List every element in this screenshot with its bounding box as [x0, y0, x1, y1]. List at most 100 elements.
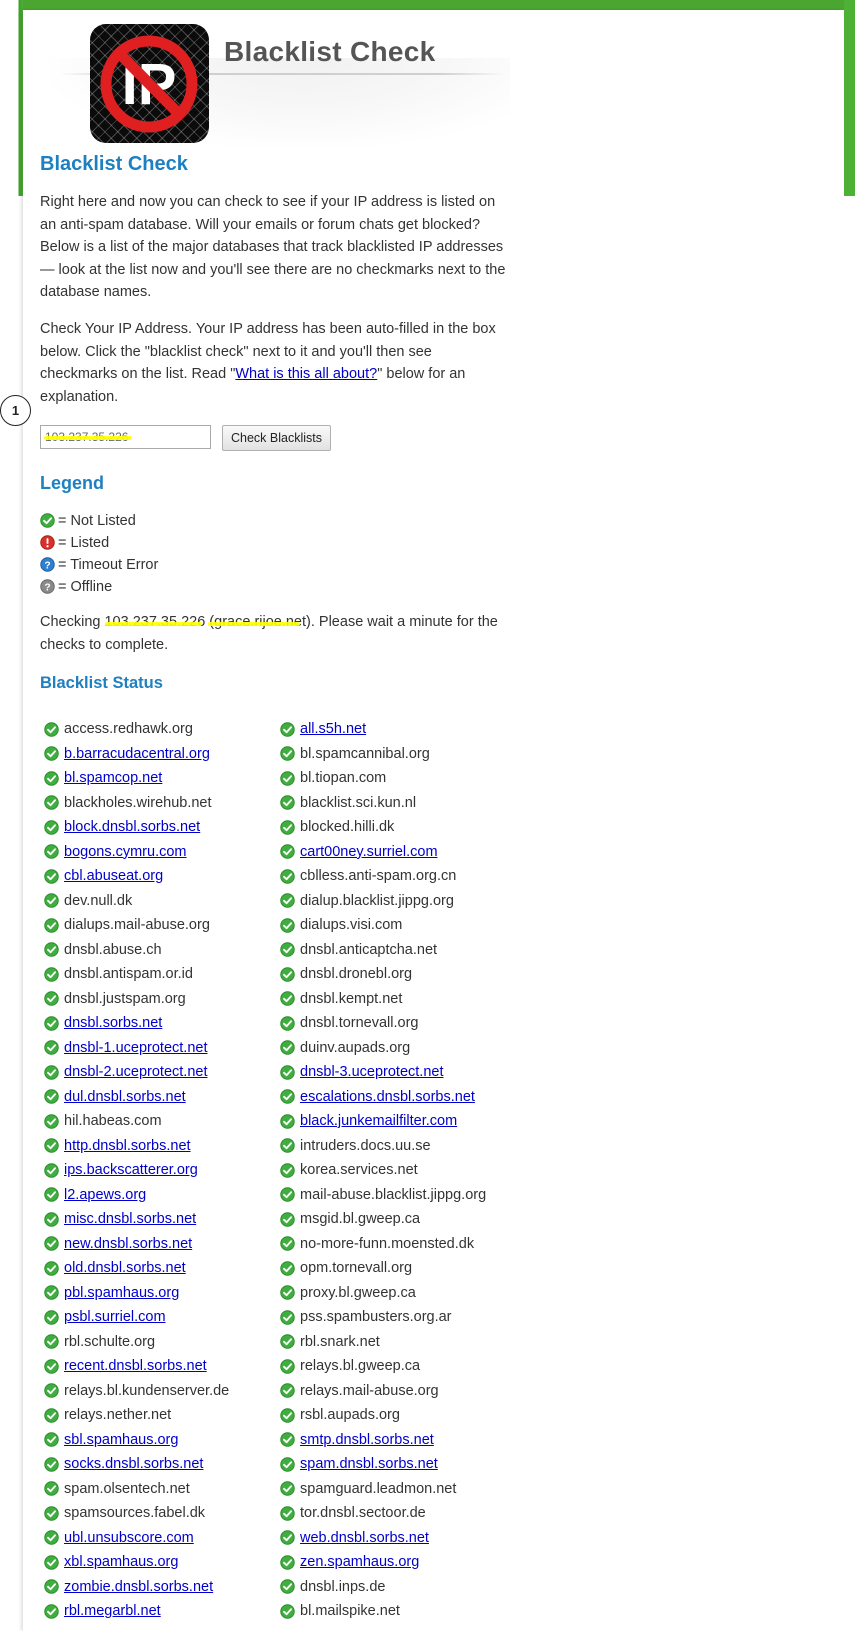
- check-blacklists-button[interactable]: Check Blacklists: [222, 425, 331, 451]
- blacklist-item[interactable]: http.dnsbl.sorbs.net: [44, 1134, 280, 1159]
- check-icon: [44, 1040, 59, 1055]
- what-is-this-link[interactable]: What is this all about?: [235, 366, 377, 382]
- blacklist-item[interactable]: bogons.cymru.com: [44, 840, 280, 865]
- blacklist-link[interactable]: pbl.spamhaus.org: [64, 1281, 179, 1306]
- blacklist-link[interactable]: b.barracudacentral.org: [64, 742, 210, 767]
- check-icon: [280, 1261, 295, 1276]
- blacklist-item[interactable]: l2.apews.org: [44, 1183, 280, 1208]
- check-icon: [44, 1604, 59, 1619]
- check-icon: [280, 1408, 295, 1423]
- check-icon: [44, 1163, 59, 1178]
- blacklist-name: relays.mail-abuse.org: [300, 1382, 439, 1399]
- blacklist-link[interactable]: block.dnsbl.sorbs.net: [64, 815, 200, 840]
- check-icon: [44, 722, 59, 737]
- blacklist-link[interactable]: socks.dnsbl.sorbs.net: [64, 1452, 203, 1477]
- blacklist-item[interactable]: pbl.spamhaus.org: [44, 1281, 280, 1306]
- blacklist-item[interactable]: zombie.dnsbl.sorbs.net: [44, 1575, 280, 1600]
- blacklist-item[interactable]: dnsbl.sorbs.net: [44, 1011, 280, 1036]
- legend-listed: = Listed: [40, 532, 109, 554]
- blacklist-link[interactable]: smtp.dnsbl.sorbs.net: [300, 1428, 434, 1453]
- blacklist-link[interactable]: dul.dnsbl.sorbs.net: [64, 1085, 186, 1110]
- blacklist-link[interactable]: l2.apews.org: [64, 1183, 146, 1208]
- blacklist-link[interactable]: ips.backscatterer.org: [64, 1158, 198, 1183]
- blacklist-link[interactable]: bogons.cymru.com: [64, 840, 187, 865]
- blacklist-item[interactable]: new.dnsbl.sorbs.net: [44, 1232, 280, 1257]
- check-icon: [44, 1334, 59, 1349]
- blacklist-link[interactable]: cbl.abuseat.org: [64, 864, 163, 889]
- blacklist-item[interactable]: black.junkemailfilter.com: [280, 1109, 516, 1134]
- no-ip-logo-icon[interactable]: IP: [90, 24, 209, 143]
- blacklist-link[interactable]: dnsbl-1.uceprotect.net: [64, 1036, 207, 1061]
- check-icon: [44, 1236, 59, 1251]
- legend-not-listed: = Not Listed: [40, 510, 136, 532]
- check-icon: [280, 844, 295, 859]
- blacklist-link[interactable]: dnsbl-2.uceprotect.net: [64, 1060, 207, 1085]
- blacklist-item: msgid.bl.gweep.ca: [280, 1207, 516, 1232]
- blacklist-item[interactable]: b.barracudacentral.org: [44, 742, 280, 767]
- blacklist-item: dnsbl.antispam.or.id: [44, 962, 280, 987]
- blacklist-name: dnsbl.antispam.or.id: [64, 966, 193, 982]
- blacklist-link[interactable]: ubl.unsubscore.com: [64, 1526, 194, 1551]
- blacklist-item[interactable]: misc.dnsbl.sorbs.net: [44, 1207, 280, 1232]
- blacklist-item[interactable]: sbl.spamhaus.org: [44, 1428, 280, 1453]
- blacklist-item: duinv.aupads.org: [280, 1036, 516, 1061]
- blacklist-item[interactable]: block.dnsbl.sorbs.net: [44, 815, 280, 840]
- blacklist-name: tor.dnsbl.sectoor.de: [300, 1505, 426, 1521]
- check-icon: [280, 1457, 295, 1472]
- blacklist-item: blocked.hilli.dk: [280, 815, 516, 840]
- blacklist-link[interactable]: old.dnsbl.sorbs.net: [64, 1256, 186, 1281]
- blacklist-link[interactable]: zen.spamhaus.org: [300, 1550, 419, 1575]
- blacklist-link[interactable]: web.dnsbl.sorbs.net: [300, 1526, 429, 1551]
- blacklist-link[interactable]: black.junkemailfilter.com: [300, 1109, 457, 1134]
- blacklist-item[interactable]: cart00ney.surriel.com: [280, 840, 516, 865]
- blacklist-item: tor.dnsbl.sectoor.de: [280, 1501, 516, 1526]
- blacklist-link[interactable]: new.dnsbl.sorbs.net: [64, 1232, 192, 1257]
- blacklist-item[interactable]: socks.dnsbl.sorbs.net: [44, 1452, 280, 1477]
- blacklist-item[interactable]: recent.dnsbl.sorbs.net: [44, 1354, 280, 1379]
- blacklist-item[interactable]: rbl.megarbl.net: [44, 1599, 280, 1624]
- blacklist-name: dnsbl.abuse.ch: [64, 941, 162, 958]
- blacklist-link[interactable]: all.s5h.net: [300, 717, 366, 742]
- blacklist-item[interactable]: bl.spamcop.net: [44, 766, 280, 791]
- check-icon: [44, 893, 59, 908]
- blacklist-item: mail-abuse.blacklist.jippg.org: [280, 1183, 516, 1208]
- check-icon: [280, 991, 295, 1006]
- blacklist-item[interactable]: dnsbl-3.uceprotect.net: [280, 1060, 516, 1085]
- blacklist-item[interactable]: dnsbl-2.uceprotect.net: [44, 1060, 280, 1085]
- blacklist-link[interactable]: spam.dnsbl.sorbs.net: [300, 1452, 438, 1477]
- blacklist-item[interactable]: old.dnsbl.sorbs.net: [44, 1256, 280, 1281]
- blacklist-item[interactable]: smtp.dnsbl.sorbs.net: [280, 1428, 516, 1453]
- blacklist-link[interactable]: xbl.spamhaus.org: [64, 1550, 178, 1575]
- blacklist-link[interactable]: http.dnsbl.sorbs.net: [64, 1134, 191, 1159]
- blacklist-name: dnsbl.tornevall.org: [300, 1015, 419, 1031]
- blacklist-item[interactable]: xbl.spamhaus.org: [44, 1550, 280, 1575]
- blacklist-link[interactable]: bl.spamcop.net: [64, 766, 162, 791]
- blacklist-item[interactable]: all.s5h.net: [280, 717, 516, 742]
- blacklist-link[interactable]: dnsbl.sorbs.net: [64, 1011, 162, 1036]
- blacklist-item: rsbl.aupads.org: [280, 1403, 516, 1428]
- blacklist-link[interactable]: rbl.megarbl.net: [64, 1599, 161, 1624]
- blacklist-item[interactable]: ips.backscatterer.org: [44, 1158, 280, 1183]
- blacklist-item: dialups.visi.com: [280, 913, 516, 938]
- blacklist-item[interactable]: dul.dnsbl.sorbs.net: [44, 1085, 280, 1110]
- check-icon: [280, 1212, 295, 1227]
- blacklist-link[interactable]: sbl.spamhaus.org: [64, 1428, 178, 1453]
- blacklist-link[interactable]: psbl.surriel.com: [64, 1305, 166, 1330]
- blacklist-item[interactable]: zen.spamhaus.org: [280, 1550, 516, 1575]
- blacklist-link[interactable]: recent.dnsbl.sorbs.net: [64, 1354, 207, 1379]
- blacklist-item[interactable]: psbl.surriel.com: [44, 1305, 280, 1330]
- blacklist-link[interactable]: cart00ney.surriel.com: [300, 840, 438, 865]
- check-icon: [280, 1065, 295, 1080]
- blacklist-item[interactable]: ubl.unsubscore.com: [44, 1526, 280, 1551]
- blacklist-item[interactable]: web.dnsbl.sorbs.net: [280, 1526, 516, 1551]
- blacklist-link[interactable]: zombie.dnsbl.sorbs.net: [64, 1575, 213, 1600]
- blacklist-item[interactable]: spam.dnsbl.sorbs.net: [280, 1452, 516, 1477]
- blacklist-link[interactable]: dnsbl-3.uceprotect.net: [300, 1060, 443, 1085]
- blacklist-link[interactable]: escalations.dnsbl.sorbs.net: [300, 1085, 475, 1110]
- annotation-marker: 1: [0, 395, 31, 426]
- blacklist-item[interactable]: escalations.dnsbl.sorbs.net: [280, 1085, 516, 1110]
- blacklist-item[interactable]: dnsbl-1.uceprotect.net: [44, 1036, 280, 1061]
- blacklist-name: no-more-funn.moensted.dk: [300, 1235, 475, 1252]
- blacklist-link[interactable]: misc.dnsbl.sorbs.net: [64, 1207, 196, 1232]
- blacklist-item[interactable]: cbl.abuseat.org: [44, 864, 280, 889]
